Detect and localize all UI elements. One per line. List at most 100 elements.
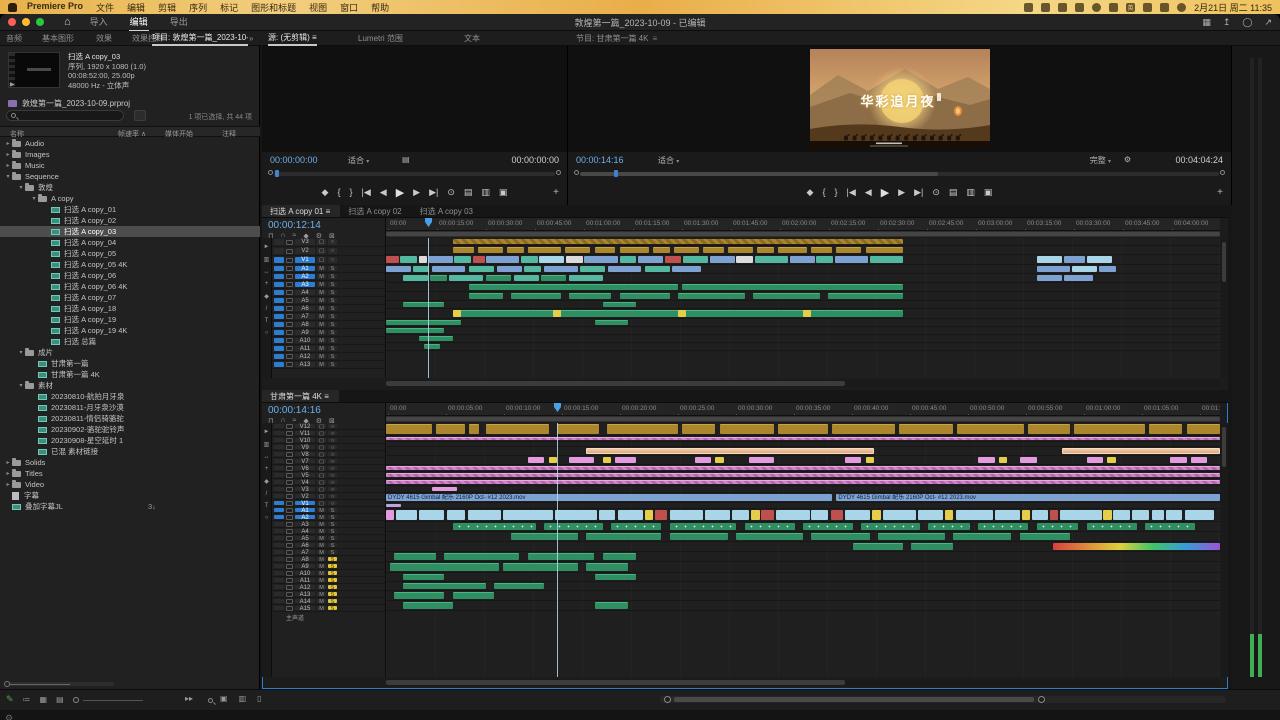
solo-button-A4[interactable]: S — [328, 529, 337, 533]
battery-icon[interactable] — [1177, 3, 1186, 12]
track-header-A3[interactable]: A3MS — [272, 281, 385, 289]
lock-icon[interactable] — [286, 508, 293, 513]
track-header-A10[interactable]: A10MS — [272, 337, 385, 345]
timeline-clip[interactable] — [736, 256, 753, 263]
timeline-clip[interactable] — [1187, 424, 1220, 434]
source-target-V2[interactable] — [274, 494, 284, 498]
lock-icon[interactable] — [286, 362, 293, 367]
project-file-row[interactable]: 敦煌第一篇_2023-10-09.prproj — [8, 98, 130, 109]
timeline-clip[interactable] — [580, 266, 605, 272]
source-target-A6[interactable] — [274, 306, 284, 311]
lock-icon[interactable] — [286, 282, 293, 287]
source-target-V2[interactable] — [274, 248, 284, 254]
tree-arrow[interactable]: ▾ — [17, 349, 25, 356]
timeline-bot-ruler[interactable]: 00:0000:00:05:0000:00:10:0000:00:15:0000… — [386, 403, 1220, 416]
timeline-clip[interactable] — [1032, 510, 1049, 520]
sync-lock-icon[interactable]: ▢ — [317, 445, 326, 449]
timeline-clip[interactable] — [645, 266, 670, 272]
timeline-clip[interactable]: DYDY 4615 Gimbal 配乐 2160P Oct- #12 2023.… — [386, 494, 832, 501]
timeline-clip[interactable] — [778, 247, 807, 253]
track-header-A3[interactable]: A3MS — [272, 521, 385, 528]
timeline-clip[interactable] — [645, 510, 653, 520]
menu-8[interactable]: 窗口 — [340, 1, 358, 14]
timeline-clip[interactable] — [386, 266, 411, 272]
toggle-track-output-eye-icon[interactable]: ○ — [328, 487, 337, 491]
mute-button-A7[interactable]: M — [317, 314, 326, 319]
lock-icon[interactable] — [286, 522, 293, 527]
timeline-clip[interactable] — [883, 510, 916, 520]
timeline-hscrollbar[interactable] — [660, 696, 1226, 703]
timeline-clip[interactable] — [682, 424, 715, 434]
timeline-clip[interactable] — [918, 510, 943, 520]
track-header-A15[interactable]: A15MS — [272, 605, 385, 612]
solo-button-A2[interactable]: S — [328, 274, 337, 279]
workspace-tab-编辑[interactable]: 编辑 — [129, 14, 149, 32]
lock-icon[interactable] — [286, 571, 293, 576]
timeline-clip[interactable] — [478, 247, 503, 253]
tree-item[interactable]: 已混 素材链接 — [0, 446, 260, 457]
source-target-V10[interactable] — [274, 438, 284, 442]
timeline-clip[interactable] — [603, 302, 636, 307]
bluetooth-icon[interactable] — [1075, 3, 1084, 12]
timeline-clip[interactable] — [386, 328, 444, 333]
timeline-clip[interactable] — [618, 510, 643, 520]
timeline-clip[interactable] — [503, 510, 553, 520]
track-name-A10[interactable]: A10 — [295, 338, 315, 343]
track-name-V1[interactable]: V1 — [295, 257, 315, 263]
tree-item[interactable]: 扫选 A copy_04 — [0, 237, 260, 248]
source-target-A11[interactable] — [274, 578, 284, 582]
go-to-in-button[interactable]: |◀ — [362, 187, 371, 198]
timeline-clip[interactable] — [584, 256, 617, 263]
mute-button-A2[interactable]: M — [317, 274, 326, 279]
track-header-A8[interactable]: A8MS — [272, 556, 385, 563]
timeline-clip[interactable] — [1074, 424, 1145, 434]
ripple-edit-tool[interactable]: ↔ — [264, 269, 270, 275]
timeline-clip[interactable] — [845, 457, 862, 463]
sync-lock-icon[interactable]: ▢ — [317, 239, 326, 245]
source-target-A14[interactable] — [274, 599, 284, 603]
timeline-clip[interactable] — [953, 533, 1011, 540]
timeline-clip[interactable] — [945, 510, 953, 520]
tree-arrow[interactable]: ▸ — [4, 481, 12, 488]
track-header-A9[interactable]: A9MS — [272, 329, 385, 337]
timeline-clip[interactable] — [745, 523, 795, 530]
timeline-clip[interactable] — [469, 266, 494, 272]
track-name-V7[interactable]: V7 — [295, 459, 315, 463]
solo-button-A12[interactable]: S — [328, 354, 337, 359]
track-header-A11[interactable]: A11MS — [272, 577, 385, 584]
timeline-clip[interactable] — [720, 424, 774, 434]
timeline-clip[interactable] — [432, 266, 465, 272]
mute-button-A14[interactable]: M — [317, 599, 326, 603]
track-name-A10[interactable]: A10 — [295, 571, 315, 575]
solo-button-A10[interactable]: S — [328, 338, 337, 343]
source-target-A7[interactable] — [274, 550, 284, 554]
track-header-V1[interactable]: V1▢○ — [272, 500, 385, 507]
home-icon[interactable]: ⌂ — [64, 16, 71, 28]
headphones-icon[interactable] — [1092, 3, 1101, 12]
tree-item[interactable]: 叠加字幕JL3↓ — [0, 501, 260, 512]
timeline-clip[interactable] — [670, 523, 737, 530]
timeline-clip[interactable] — [1166, 510, 1183, 520]
track-name-A15[interactable]: A15 — [295, 606, 315, 610]
toggle-track-output-eye-icon[interactable]: ○ — [328, 466, 337, 470]
timeline-clip[interactable] — [978, 523, 1028, 530]
timeline-clip[interactable] — [503, 563, 578, 571]
lock-icon[interactable] — [286, 494, 293, 499]
timeline-clip[interactable] — [430, 275, 447, 281]
tree-arrow[interactable]: ▸ — [4, 140, 12, 147]
mute-button-A7[interactable]: M — [317, 550, 326, 554]
tab-Lumetri 范围[interactable]: Lumetri 范围 — [358, 31, 403, 46]
razor-tool[interactable]: + — [265, 281, 269, 287]
timeline-clip[interactable] — [396, 510, 417, 520]
track-select-tool[interactable]: ▥ — [264, 256, 270, 263]
solo-button-A12[interactable]: S — [328, 585, 337, 589]
timeline-clip[interactable] — [400, 256, 417, 263]
source-target-A10[interactable] — [274, 571, 284, 575]
track-header-A10[interactable]: A10MS — [272, 570, 385, 577]
track-name-V2[interactable]: V2 — [295, 248, 315, 254]
shortcuts-icon[interactable] — [1109, 3, 1118, 12]
source-target-A1[interactable] — [274, 508, 284, 512]
timeline-mid-playhead-marker[interactable] — [425, 218, 432, 227]
solo-button-A11[interactable]: S — [328, 578, 337, 582]
timeline-clip[interactable] — [608, 266, 641, 272]
